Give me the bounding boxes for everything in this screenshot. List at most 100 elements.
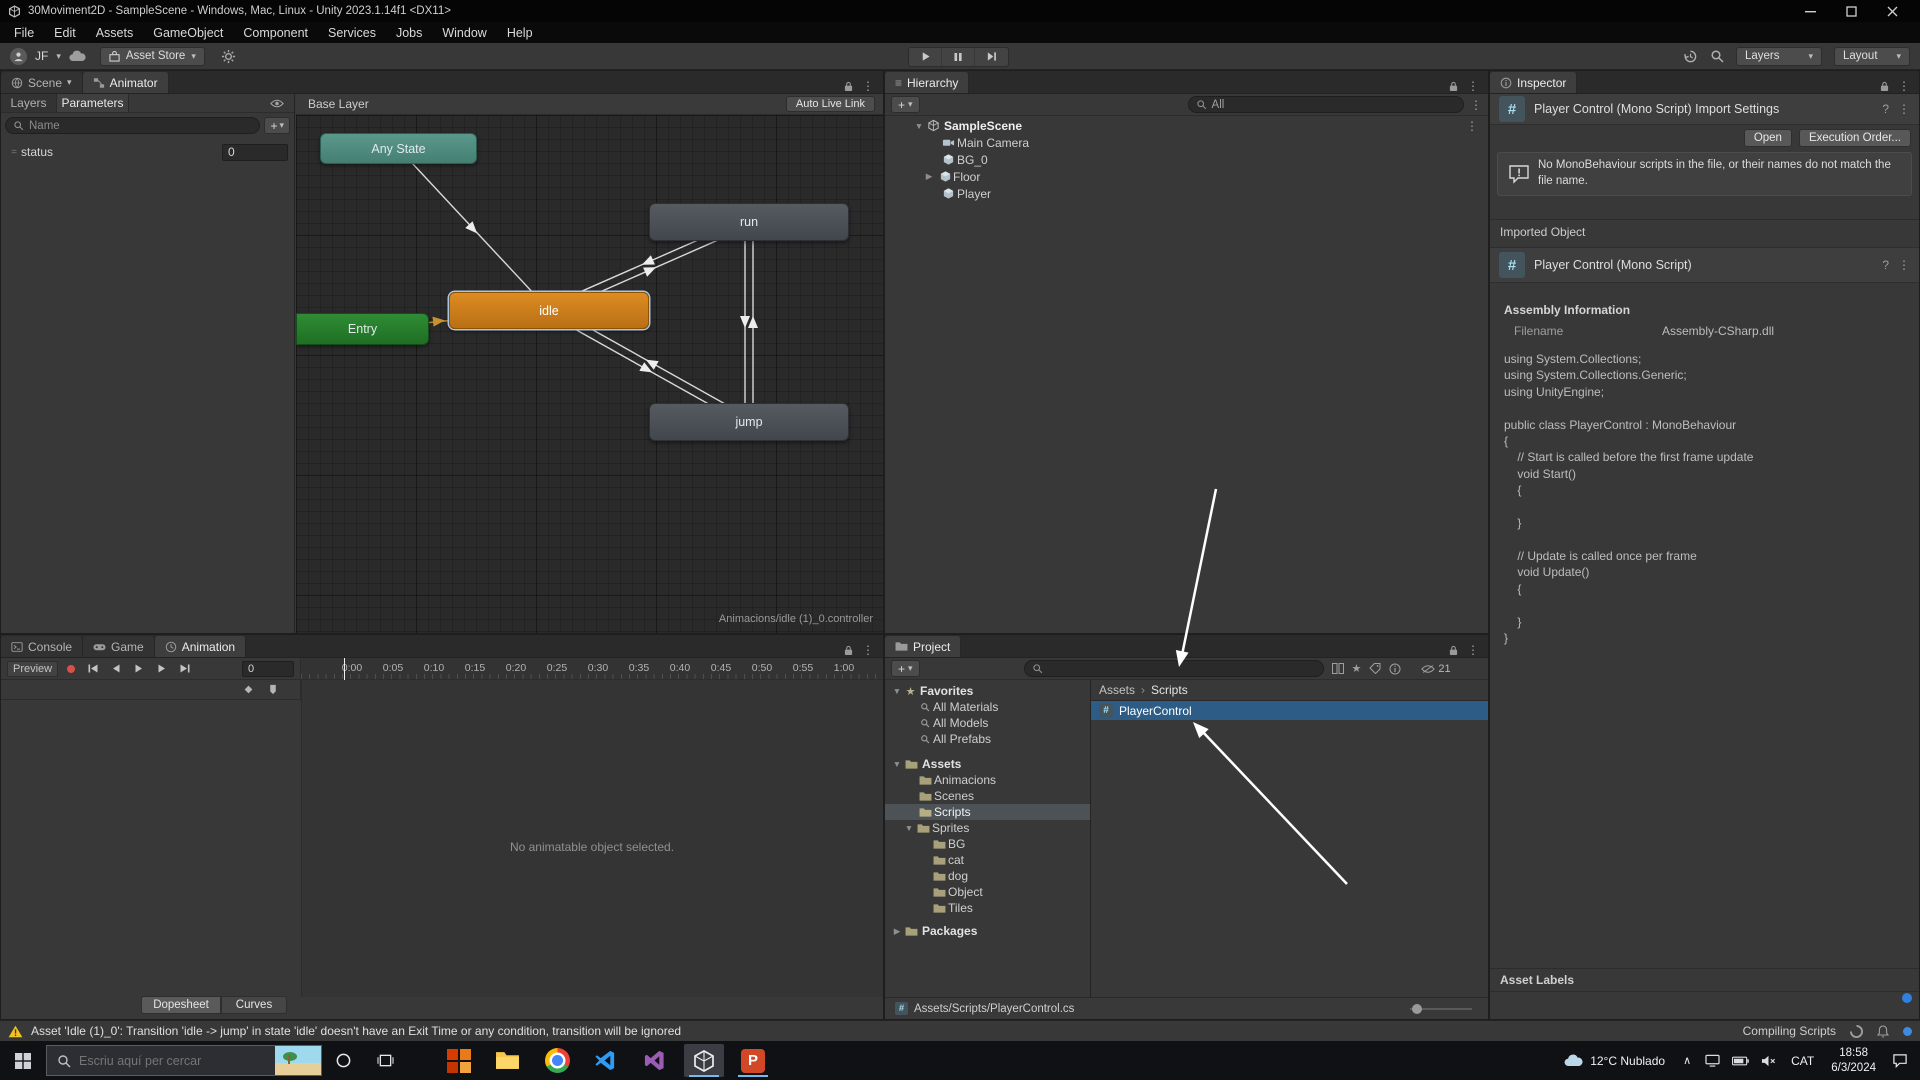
menu-gameobject[interactable]: GameObject xyxy=(143,26,233,40)
add-event-icon[interactable] xyxy=(268,684,278,695)
step-button[interactable] xyxy=(975,48,1008,66)
taskbar-app-office[interactable] xyxy=(439,1044,479,1077)
tab-inspector[interactable]: Inspector xyxy=(1490,72,1577,93)
account-name[interactable]: JF xyxy=(35,49,48,63)
taskbar-app-chrome[interactable] xyxy=(537,1044,577,1077)
tray-volume-muted-icon[interactable] xyxy=(1755,1055,1782,1067)
tab-scene[interactable]: Scene ▾ xyxy=(1,72,83,93)
timeline-ruler[interactable]: 0:00 0:05 0:10 0:15 0:20 0:25 0:30 0:35 … xyxy=(301,658,883,680)
folder-scripts[interactable]: Scripts xyxy=(885,804,1090,820)
weather-widget[interactable]: 12°C Nublado xyxy=(1554,1041,1675,1080)
record-button[interactable] xyxy=(63,664,79,674)
panel-menu-icon[interactable]: ⋮ xyxy=(1467,643,1479,657)
state-jump[interactable]: jump xyxy=(649,403,849,441)
tab-project[interactable]: Project xyxy=(885,636,961,657)
hierarchy-row-main-camera[interactable]: Main Camera xyxy=(885,134,1488,151)
play-button[interactable] xyxy=(909,48,942,66)
state-any-state[interactable]: Any State xyxy=(320,133,477,164)
prev-key-button[interactable] xyxy=(107,664,125,673)
panel-menu-icon[interactable]: ⋮ xyxy=(862,643,874,657)
taskbar-app-powerpoint[interactable]: P xyxy=(733,1044,773,1077)
panel-menu-icon[interactable]: ⋮ xyxy=(1467,79,1479,93)
taskbar-app-unity[interactable] xyxy=(684,1044,724,1077)
folder-dog[interactable]: dog xyxy=(885,868,1090,884)
lock-icon[interactable] xyxy=(844,645,853,656)
foldout-open-icon[interactable]: ▼ xyxy=(913,121,925,131)
parameter-search[interactable] xyxy=(5,117,260,134)
tray-display-icon[interactable] xyxy=(1699,1054,1726,1067)
execution-order-button[interactable]: Execution Order... xyxy=(1799,129,1911,147)
curves-button[interactable]: Curves xyxy=(221,996,287,1014)
foldout-open-icon[interactable]: ▼ xyxy=(891,686,903,696)
parameter-name[interactable]: status xyxy=(21,145,53,159)
label-tag-icon[interactable] xyxy=(1369,663,1381,674)
taskbar-app-file-explorer[interactable] xyxy=(487,1044,527,1077)
asset-store-button[interactable]: Asset Store ▾ xyxy=(100,47,205,66)
parameter-search-input[interactable] xyxy=(29,120,252,132)
play-animation-button[interactable] xyxy=(130,664,148,673)
asset-bundle-dot[interactable] xyxy=(1902,993,1912,1003)
frame-field[interactable]: 0 xyxy=(242,661,294,677)
drag-handle-icon[interactable]: = xyxy=(7,147,21,158)
folder-object[interactable]: Object xyxy=(885,884,1090,900)
preview-toggle[interactable]: Preview xyxy=(7,661,58,677)
favorite-all-prefabs[interactable]: All Prefabs xyxy=(885,731,1090,747)
project-search-input[interactable] xyxy=(1048,663,1316,675)
panel-menu-icon[interactable]: ⋮ xyxy=(862,79,874,93)
search-highlight-image[interactable] xyxy=(275,1046,321,1075)
parameters-subtab[interactable]: Parameters xyxy=(57,94,129,112)
open-button[interactable]: Open xyxy=(1744,129,1792,147)
account-avatar[interactable] xyxy=(10,48,27,65)
tab-animation[interactable]: Animation xyxy=(155,636,246,657)
lock-icon[interactable] xyxy=(1880,81,1889,92)
hierarchy-row-bg0[interactable]: BG_0 xyxy=(885,151,1488,168)
close-button[interactable] xyxy=(1887,6,1898,17)
favorite-star-icon[interactable]: ★ xyxy=(1352,662,1362,675)
cloud-icon[interactable] xyxy=(69,50,86,62)
status-bar[interactable]: Asset 'Idle (1)_0': Transition 'idle -> … xyxy=(0,1020,1920,1041)
create-asset-button[interactable]: + ▾ xyxy=(891,660,920,677)
menu-services[interactable]: Services xyxy=(318,26,386,40)
panel-menu-icon[interactable]: ⋮ xyxy=(1898,79,1910,93)
search-icon[interactable] xyxy=(1710,49,1724,63)
hierarchy-row-scene[interactable]: ▼ SampleScene ⋮ xyxy=(885,117,1488,134)
minimize-button[interactable] xyxy=(1805,6,1816,17)
state-entry[interactable]: Entry xyxy=(296,313,429,345)
pause-button[interactable] xyxy=(942,48,975,66)
favorites-root[interactable]: ▼ ★ Favorites xyxy=(885,683,1090,699)
language-indicator[interactable]: CAT xyxy=(1782,1054,1823,1068)
menu-file[interactable]: File xyxy=(4,26,44,40)
scene-menu-icon[interactable]: ⋮ xyxy=(1466,119,1488,133)
thumbnail-size-slider[interactable] xyxy=(1410,1008,1472,1010)
state-run[interactable]: run xyxy=(649,203,849,241)
taskbar-app-vscode[interactable] xyxy=(585,1044,625,1077)
asset-item-playercontrol[interactable]: # PlayerControl xyxy=(1091,701,1488,720)
layout-dropdown[interactable]: Layout▾ xyxy=(1834,47,1910,66)
eye-icon[interactable] xyxy=(270,94,294,112)
menu-component[interactable]: Component xyxy=(233,26,318,40)
add-parameter-button[interactable]: + ▾ xyxy=(264,117,290,134)
tab-hierarchy[interactable]: ≡ Hierarchy xyxy=(885,72,969,93)
assets-root[interactable]: ▼ Assets xyxy=(885,756,1090,772)
foldout-closed-icon[interactable]: ▶ xyxy=(923,171,935,182)
maximize-button[interactable] xyxy=(1846,6,1857,17)
hierarchy-row-floor[interactable]: ▶ Floor xyxy=(885,168,1488,185)
header-menu-icon[interactable]: ⋮ xyxy=(1898,258,1910,272)
header-menu-icon[interactable]: ⋮ xyxy=(1898,102,1910,116)
info-circle-icon[interactable] xyxy=(1389,663,1401,675)
foldout-closed-icon[interactable]: ▶ xyxy=(891,926,903,937)
menu-window[interactable]: Window xyxy=(432,26,496,40)
folder-bg[interactable]: BG xyxy=(885,836,1090,852)
breadcrumb-scripts[interactable]: Scripts xyxy=(1151,683,1188,697)
activity-dot[interactable] xyxy=(1903,1027,1912,1036)
lock-icon[interactable] xyxy=(844,81,853,92)
tab-console[interactable]: Console xyxy=(1,636,83,657)
toolbar-menu-icon[interactable]: ⋮ xyxy=(1470,98,1482,112)
first-frame-button[interactable] xyxy=(84,664,102,673)
hierarchy-search[interactable]: All xyxy=(1188,96,1464,113)
lock-icon[interactable] xyxy=(1449,645,1458,656)
add-keyframe-icon[interactable] xyxy=(243,684,254,695)
breadcrumb-assets[interactable]: Assets xyxy=(1099,683,1135,697)
dopesheet-button[interactable]: Dopesheet xyxy=(141,996,221,1014)
taskbar-search[interactable] xyxy=(46,1045,322,1076)
